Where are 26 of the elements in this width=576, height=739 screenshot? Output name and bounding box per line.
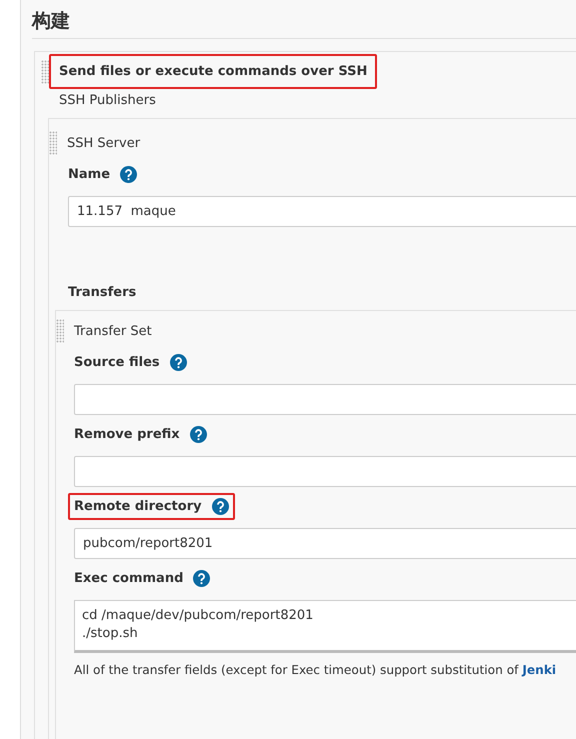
drag-handle[interactable]: [49, 131, 57, 155]
field-label: Remove prefix: [74, 427, 180, 442]
drag-handle[interactable]: [41, 60, 49, 84]
input-field[interactable]: pubcom/report8201: [74, 528, 576, 559]
group-label: SSH Publishers: [59, 93, 157, 108]
field-label: Exec command: [74, 571, 184, 586]
drag-handle[interactable]: [56, 319, 64, 343]
help-icon[interactable]: [190, 426, 207, 443]
step-title: Send files or execute commands over SSH: [49, 54, 378, 89]
name-field[interactable]: 11.157 maque: [68, 196, 576, 227]
help-icon[interactable]: [120, 166, 138, 183]
input-field[interactable]: [74, 384, 576, 415]
server-title: SSH Server: [67, 136, 140, 150]
field-label: Remote directory: [74, 499, 202, 514]
input-field[interactable]: [74, 456, 576, 487]
help-icon[interactable]: [170, 354, 187, 371]
transfers-label: Transfers: [68, 285, 138, 300]
section-heading: 构建: [32, 8, 576, 39]
field-label: Source files: [74, 355, 160, 370]
help-icon[interactable]: [212, 498, 229, 515]
transfer-set-title: Transfer Set: [74, 324, 152, 338]
field-label: Name: [68, 167, 110, 182]
help-icon[interactable]: [193, 570, 210, 587]
link[interactable]: Jenki: [522, 663, 556, 677]
command-field[interactable]: cd /maque/dev/pubcom/report8201 ./stop.sh: [74, 600, 576, 653]
help-text: All of the transfer fields (except for Exec timeout) support substitution of Jenki: [74, 663, 558, 677]
